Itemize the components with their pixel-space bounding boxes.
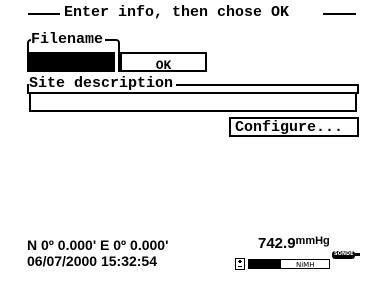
battery-type-label: NiMH: [296, 261, 315, 269]
title-rule-right: [323, 13, 356, 15]
battery-indicator: NiMH: [235, 258, 330, 270]
battery-level-bar: NiMH: [248, 259, 330, 269]
instrument-screen: Enter info, then chose OK Filename OK Si…: [0, 0, 377, 281]
pressure-value: 742.9: [258, 235, 296, 252]
date-time: 06/07/2000 15:32:54: [27, 253, 157, 269]
dialog-title: Enter info, then chose OK: [64, 4, 290, 21]
site-description-label: Site description: [29, 76, 177, 92]
gps-coordinates: N 0º 0.000' E 0º 0.000': [27, 237, 169, 253]
battery-icon: [235, 258, 245, 270]
site-description-frame-right: [357, 84, 359, 94]
sonde-icon: SONDE: [332, 250, 360, 260]
filename-input[interactable]: [29, 52, 115, 72]
filename-label: Filename: [31, 31, 106, 48]
ok-button-label: OK: [155, 58, 172, 73]
battery-level-fill: [249, 260, 281, 268]
barometric-pressure: 742.9mmHg: [258, 235, 330, 253]
title-rule-left: [28, 13, 60, 15]
sonde-icon-label: SONDE: [334, 251, 354, 257]
dialog-title-row: Enter info, then chose OK: [28, 4, 356, 22]
pressure-unit: mmHg: [295, 235, 330, 247]
site-description-input[interactable]: [29, 92, 357, 112]
ok-button[interactable]: OK: [120, 52, 207, 73]
configure-button-label: Configure...: [235, 119, 344, 136]
configure-button[interactable]: Configure...: [229, 117, 359, 137]
